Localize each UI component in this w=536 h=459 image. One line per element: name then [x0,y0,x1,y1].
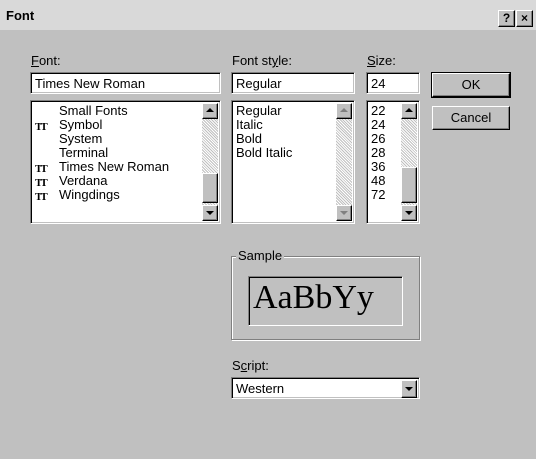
cancel-button[interactable]: Cancel [432,106,510,130]
window-title: Font [6,8,35,23]
list-item[interactable]: 72 [371,188,385,202]
chevron-down-icon [405,387,413,391]
arrow-down-icon [340,211,348,215]
font-list[interactable]: Small Fonts TT Symbol System Terminal TT T… [30,100,221,224]
scroll-down-button[interactable] [336,205,352,221]
list-item[interactable]: 22 [371,104,385,118]
close-icon: × [520,11,528,25]
close-button[interactable]: × [516,10,533,27]
scroll-up-button[interactable] [202,103,218,119]
font-style-value: Regular [236,76,282,91]
script-dropdown-button[interactable] [401,380,417,398]
size-list[interactable]: 22 24 26 28 36 48 72 [366,100,420,224]
scroll-thumb[interactable] [202,173,218,203]
font-style-label: Font style: [232,53,292,68]
size-value: 24 [371,76,386,91]
font-style-list[interactable]: Regular Italic Bold Bold Italic [231,100,355,224]
script-select[interactable]: Western [231,377,420,399]
list-item[interactable]: 48 [371,174,385,188]
truetype-icon: TT [35,121,48,133]
arrow-up-icon [405,108,413,112]
size-label: Size: [367,53,396,68]
font-style-input[interactable]: Regular [231,72,355,94]
font-name-input[interactable]: Times New Roman [30,72,221,94]
truetype-icon: TT [35,177,48,189]
sample-preview: AaBbYy [248,276,403,326]
list-item[interactable]: Italic [236,118,263,132]
list-item[interactable]: Bold [236,132,262,146]
script-value: Western [236,381,285,396]
scroll-up-button[interactable] [401,103,417,119]
font-label: Font: [31,53,61,68]
script-label: Script: [232,358,269,373]
font-list-scrollbar[interactable] [202,103,218,221]
font-name-value: Times New Roman [35,76,146,91]
arrow-up-icon [340,108,348,112]
size-input[interactable]: 24 [366,72,420,94]
sample-label: Sample [236,248,285,263]
scroll-down-button[interactable] [401,205,417,221]
scroll-down-button[interactable] [202,205,218,221]
list-item[interactable]: 26 [371,132,385,146]
list-item[interactable]: Bold Italic [236,146,292,160]
font-style-scrollbar[interactable] [336,103,352,221]
truetype-icon: TT [35,191,48,203]
ok-button[interactable]: OK [431,72,511,98]
scroll-thumb[interactable] [401,167,417,203]
size-scrollbar[interactable] [401,103,417,221]
list-item[interactable]: 24 [371,118,385,132]
title-bar: Font ? × [0,0,536,30]
scroll-up-button[interactable] [336,103,352,119]
help-button[interactable]: ? [498,10,515,27]
sample-text: AaBbYy [253,279,374,316]
arrow-up-icon [206,108,214,112]
truetype-icon: TT [35,163,48,175]
list-item[interactable]: 36 [371,160,385,174]
arrow-down-icon [206,211,214,215]
arrow-down-icon [405,211,413,215]
list-item[interactable]: Regular [236,104,282,118]
help-icon: ? [502,11,511,25]
list-item[interactable]: 28 [371,146,385,160]
